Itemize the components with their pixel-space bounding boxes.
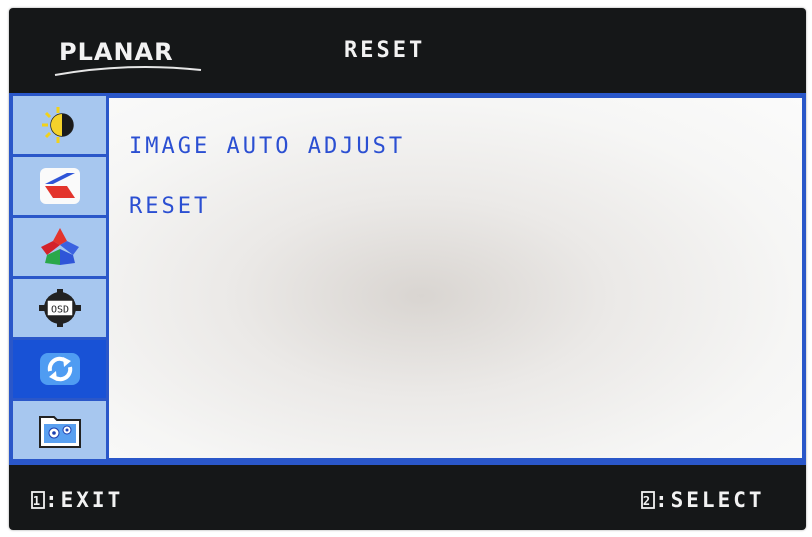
select-hint: 2 :SELECT <box>641 488 765 512</box>
osd-body: OSD IMAGE AUTO ADJUST RESET <box>9 93 806 465</box>
image-adjust-icon <box>39 168 80 204</box>
svg-text:OSD: OSD <box>50 305 68 316</box>
sidebar-item-color[interactable] <box>13 218 106 276</box>
menu-item-image-auto-adjust[interactable]: IMAGE AUTO ADJUST <box>129 134 405 159</box>
reset-icon <box>39 353 80 385</box>
osd-footer: 1 :EXIT 2 :SELECT <box>9 466 806 530</box>
svg-text:2: 2 <box>643 494 653 508</box>
brand-logo: PLANAR <box>59 38 174 66</box>
page-title: RESET <box>344 38 426 63</box>
logo-swoosh-icon <box>54 65 202 76</box>
osd-settings-icon: OSD <box>38 289 81 327</box>
sidebar-item-brightness[interactable] <box>13 96 106 154</box>
sidebar: OSD <box>13 96 106 460</box>
osd-menu: PLANAR RESET OSD IMAGE AUTO ADJUST RESET… <box>9 8 806 530</box>
svg-text:1: 1 <box>33 494 43 508</box>
color-icon <box>40 228 79 265</box>
key-1-icon: 1 <box>31 491 45 509</box>
menu-panel: IMAGE AUTO ADJUST RESET <box>109 98 802 458</box>
sidebar-item-reset[interactable] <box>13 340 106 398</box>
sidebar-item-osd[interactable]: OSD <box>13 279 106 337</box>
exit-label: :EXIT <box>45 488 124 512</box>
key-2-icon: 2 <box>641 491 655 509</box>
select-label: :SELECT <box>655 488 765 512</box>
osd-header: PLANAR RESET <box>9 8 806 92</box>
brightness-contrast-icon <box>41 107 74 143</box>
advanced-settings-icon <box>38 416 81 448</box>
sidebar-item-advanced[interactable] <box>13 401 106 459</box>
menu-item-reset[interactable]: RESET <box>129 194 210 219</box>
sidebar-item-image[interactable] <box>13 157 106 215</box>
exit-hint: 1 :EXIT <box>31 488 123 512</box>
